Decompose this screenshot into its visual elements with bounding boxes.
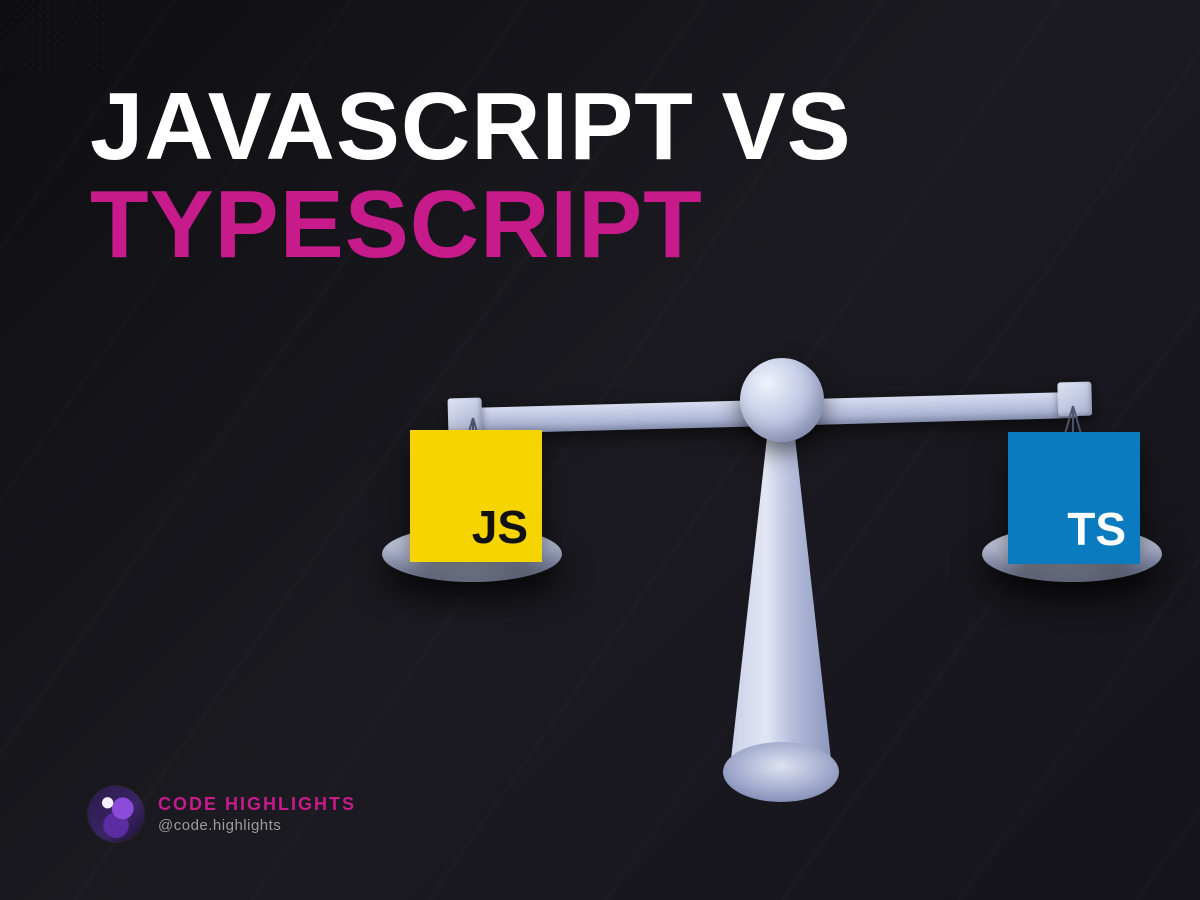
javascript-logo-tile: JS (410, 430, 542, 562)
balance-scale-illustration: JS TS (420, 320, 1140, 840)
corner-noise (0, 0, 110, 70)
attribution: CODE HIGHLIGHTS @code.highlights (88, 786, 356, 842)
attribution-text: CODE HIGHLIGHTS @code.highlights (158, 794, 356, 834)
javascript-logo-label: JS (472, 500, 528, 554)
headline: JAVASCRIPT VS TYPESCRIPT (90, 78, 1140, 274)
scale-pedestal-cone (720, 428, 842, 808)
typescript-logo-tile: TS (1008, 432, 1140, 564)
headline-line-2: TYPESCRIPT (90, 171, 703, 278)
headline-line-1: JAVASCRIPT VS (90, 73, 852, 180)
brand-name: CODE HIGHLIGHTS (158, 794, 356, 815)
scale-pivot-sphere (740, 358, 824, 442)
avatar (88, 786, 144, 842)
brand-handle: @code.highlights (158, 817, 356, 834)
typescript-logo-label: TS (1067, 502, 1126, 556)
